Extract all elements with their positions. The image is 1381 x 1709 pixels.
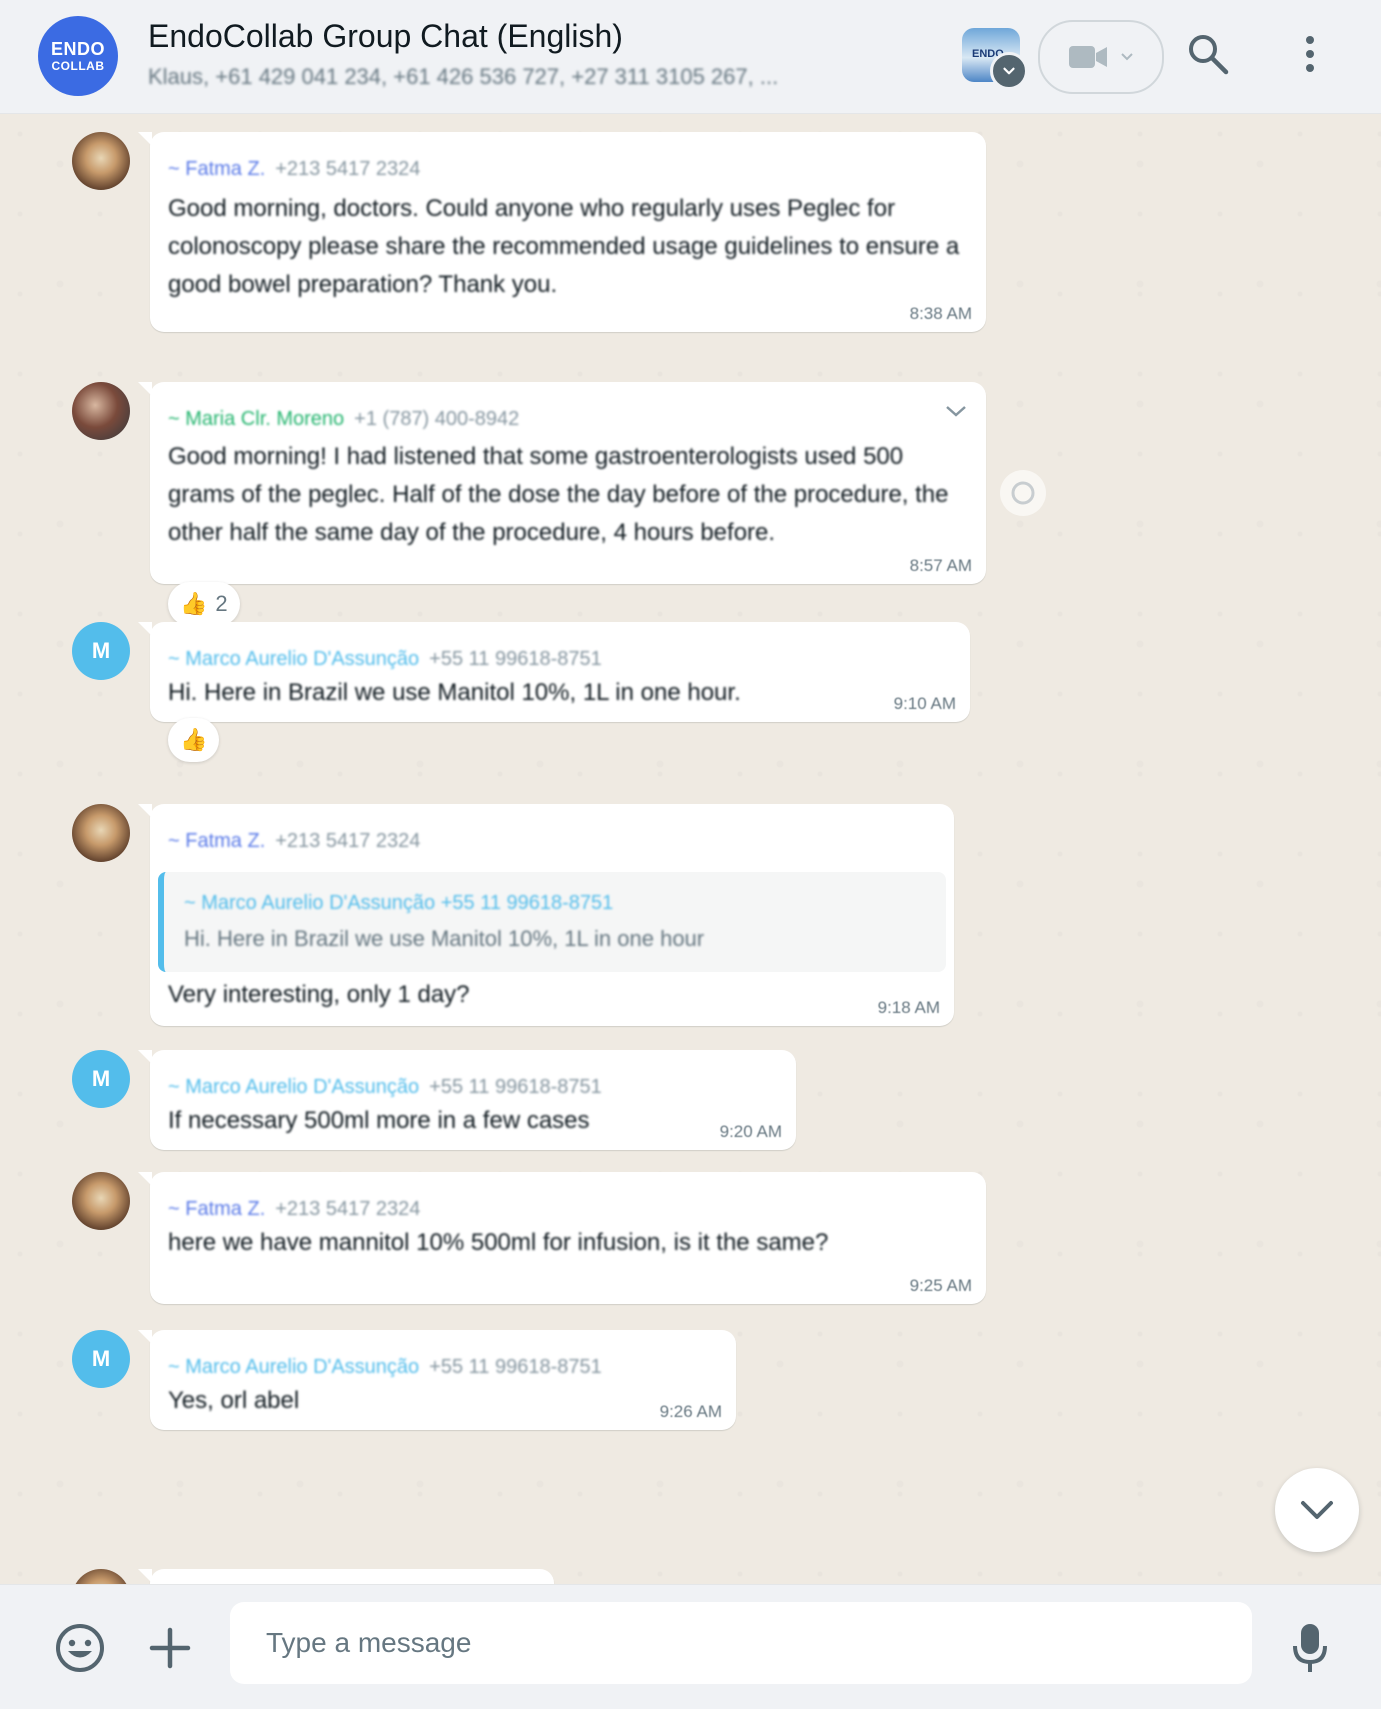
- sender-phone: +55 11 99618-8751: [429, 1076, 602, 1098]
- message-time: 9:20 AM: [719, 1122, 782, 1141]
- sender-avatar[interactable]: [72, 132, 130, 190]
- message-bubble[interactable]: [138, 1569, 554, 1584]
- message-input[interactable]: [230, 1602, 1252, 1684]
- chevron-down-badge-icon[interactable]: [990, 52, 1028, 90]
- sender-name: ~ Fatma Z.: [168, 830, 266, 852]
- sender-name: ~ Marco Aurelio D'Assunção: [168, 1356, 420, 1378]
- message-bubble[interactable]: ~ Marco Aurelio D'Assunção +55 11 99618-8…: [138, 622, 970, 722]
- message-bubble[interactable]: ~ Marco Aurelio D'Assunção +55 11 99618-8…: [138, 1050, 796, 1150]
- quoted-sender: ~ Marco Aurelio D'Assunção +55 11 99618-…: [184, 892, 614, 914]
- avatar-initial: M: [91, 638, 111, 663]
- message-bubble[interactable]: ~ Fatma Z. +213 5417 2324 here we have ma…: [138, 1172, 986, 1304]
- video-call-button[interactable]: [1038, 20, 1164, 94]
- message-time: 8:57 AM: [909, 556, 972, 575]
- message-sender[interactable]: ~ Fatma Z. +213 5417 2324: [168, 1198, 420, 1221]
- chat-header[interactable]: ENDO COLLAB EndoCollab Group Chat (Engli…: [0, 0, 1381, 114]
- message-text: Very interesting, only 1 day?: [168, 981, 470, 1008]
- quoted-text: Hi. Here in Brazil we use Manitol 10%, 1…: [184, 926, 705, 951]
- message-sender[interactable]: ~ Fatma Z. +213 5417 2324: [168, 158, 420, 181]
- sender-avatar[interactable]: [72, 1172, 130, 1230]
- voice-message-button[interactable]: [1290, 1620, 1330, 1676]
- sender-avatar[interactable]: [72, 1569, 130, 1584]
- sender-name: ~ Marco Aurelio D'Assunção: [168, 648, 420, 670]
- sender-avatar[interactable]: M: [72, 622, 130, 680]
- plus-icon: [149, 1627, 191, 1669]
- sender-name: ~ Maria Clr. Moreno: [168, 408, 345, 430]
- message-bubble[interactable]: ~ Maria Clr. Moreno +1 (787) 400-8942 Goo…: [138, 382, 986, 584]
- quoted-message[interactable]: ~ Marco Aurelio D'Assunção +55 11 99618-…: [158, 872, 946, 972]
- message-text: If necessary 500ml more in a few cases: [168, 1107, 590, 1134]
- sender-phone: +213 5417 2324: [275, 158, 421, 180]
- message-bubble[interactable]: ~ Marco Aurelio D'Assunção +55 11 99618-8…: [138, 1330, 736, 1430]
- message-list[interactable]: ~ Fatma Z. +213 5417 2324 Good morning, d…: [0, 114, 1381, 1584]
- sender-avatar[interactable]: [72, 382, 130, 440]
- message-sender[interactable]: ~ Marco Aurelio D'Assunção +55 11 99618-8…: [168, 1076, 602, 1099]
- microphone-icon: [1293, 1624, 1327, 1672]
- chat-title[interactable]: EndoCollab Group Chat (English): [148, 18, 623, 55]
- thumbs-up-icon: 👍: [180, 591, 208, 616]
- chevron-down-icon: [1121, 53, 1133, 61]
- message-text: Good morning! I had listened that some g…: [168, 443, 949, 546]
- forward-icon[interactable]: [1000, 470, 1046, 516]
- emoji-button[interactable]: [52, 1620, 108, 1676]
- group-avatar[interactable]: ENDO COLLAB: [38, 16, 118, 96]
- avatar-initial: M: [91, 1066, 111, 1091]
- attach-button[interactable]: [142, 1620, 198, 1676]
- sender-avatar[interactable]: [72, 804, 130, 862]
- sender-avatar[interactable]: M: [72, 1330, 130, 1388]
- message-reaction[interactable]: 👍 2: [168, 582, 240, 626]
- sender-name: ~ Fatma Z.: [168, 158, 266, 180]
- sender-avatar[interactable]: M: [72, 1050, 130, 1108]
- message-bubble[interactable]: ~ Fatma Z. +213 5417 2324 Good morning, d…: [138, 132, 986, 332]
- menu-dots-icon: [1306, 36, 1314, 72]
- menu-button[interactable]: [1290, 32, 1330, 76]
- sender-phone: +213 5417 2324: [275, 1198, 421, 1220]
- sender-phone: +55 11 99618-8751: [429, 1356, 602, 1378]
- message-time: 9:10 AM: [893, 694, 956, 713]
- message-sender[interactable]: ~ Marco Aurelio D'Assunção +55 11 99618-8…: [168, 1356, 602, 1379]
- chat-participants[interactable]: Klaus, +61 429 041 234, +61 426 536 727,…: [148, 64, 928, 90]
- thumbs-up-icon: 👍: [180, 727, 208, 752]
- sender-phone: +213 5417 2324: [275, 830, 421, 852]
- message-bubble[interactable]: ~ Fatma Z. +213 5417 2324 ~ Marco Aurelio…: [138, 804, 954, 1026]
- message-reaction[interactable]: 👍: [168, 718, 220, 762]
- chevron-down-icon: [1301, 1501, 1333, 1519]
- search-button[interactable]: [1186, 32, 1230, 76]
- avatar-initial: M: [91, 1346, 111, 1371]
- message-sender[interactable]: ~ Marco Aurelio D'Assunção +55 11 99618-8…: [168, 648, 602, 671]
- message-menu-chevron-icon[interactable]: [944, 404, 968, 418]
- message-sender[interactable]: ~ Maria Clr. Moreno +1 (787) 400-8942: [168, 408, 519, 431]
- message-time: 9:26 AM: [659, 1402, 722, 1421]
- reaction-count: 2: [215, 591, 228, 616]
- message-time: 9:25 AM: [909, 1276, 972, 1295]
- sender-phone: +1 (787) 400-8942: [354, 408, 520, 430]
- message-sender[interactable]: ~ Fatma Z. +213 5417 2324: [168, 830, 420, 853]
- search-icon: [1189, 35, 1229, 75]
- message-time: 9:18 AM: [877, 998, 940, 1017]
- video-camera-icon: [1069, 46, 1107, 68]
- group-profile-thumbnail[interactable]: ENDO: [962, 28, 1028, 90]
- message-time: 8:38 AM: [909, 304, 972, 323]
- message-text: here we have mannitol 10% 500ml for infu…: [168, 1229, 829, 1256]
- sender-name: ~ Marco Aurelio D'Assunção: [168, 1076, 420, 1098]
- sender-phone: +55 11 99618-8751: [429, 648, 602, 670]
- emoji-icon: [56, 1624, 104, 1672]
- whatsapp-window: ENDO COLLAB EndoCollab Group Chat (Engli…: [0, 0, 1381, 1709]
- message-text: Hi. Here in Brazil we use Manitol 10%, 1…: [168, 679, 741, 706]
- sender-name: ~ Fatma Z.: [168, 1198, 266, 1220]
- group-logo-text: ENDO: [50, 39, 105, 59]
- scroll-to-bottom-button[interactable]: [1275, 1468, 1359, 1552]
- group-logo-subtext: COLLAB: [51, 59, 105, 73]
- message-text: Good morning, doctors. Could anyone who …: [168, 195, 960, 298]
- message-text: Yes, orl abel: [168, 1387, 300, 1414]
